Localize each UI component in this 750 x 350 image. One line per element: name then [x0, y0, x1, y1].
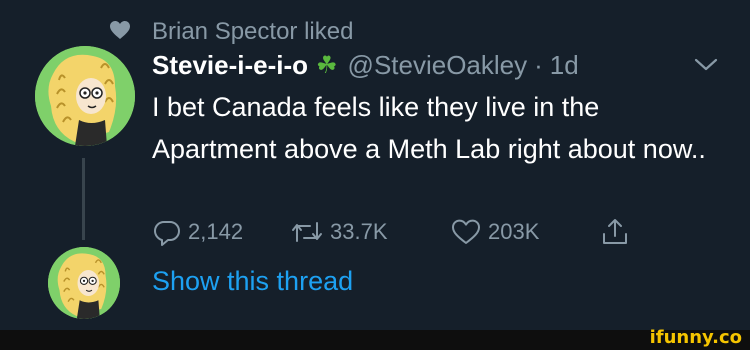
user-handle[interactable]: @StevieOakley: [348, 50, 528, 81]
reply-icon: [154, 221, 180, 246]
heart-outline-icon: [452, 219, 480, 244]
tweet-actions: 2,142 33.7K 203K: [152, 214, 652, 250]
like-count: 203K: [488, 219, 540, 244]
tweet-header: Stevie-i-e-i-o ☘ @StevieOakley · 1d: [152, 48, 579, 82]
like-button[interactable]: 203K: [450, 214, 539, 250]
thread-line: [82, 158, 85, 240]
reply-count: 2,142: [188, 219, 244, 244]
chevron-down-icon[interactable]: [693, 56, 719, 74]
separator-dot: ·: [534, 49, 543, 80]
tweet-text: I bet Canada feels like they live in the…: [152, 92, 706, 164]
share-icon: [603, 219, 627, 244]
display-name[interactable]: Stevie-i-e-i-o: [152, 50, 308, 81]
show-thread-link[interactable]: Show this thread: [152, 266, 353, 297]
tweet-timestamp[interactable]: 1d: [550, 50, 579, 81]
heart-icon: [110, 21, 130, 39]
social-context-text[interactable]: Brian Spector liked: [152, 18, 353, 46]
clover-icon: ☘: [316, 51, 338, 79]
retweet-icon: [292, 222, 322, 242]
avatar[interactable]: [35, 46, 135, 146]
share-button[interactable]: [600, 214, 630, 250]
retweet-button[interactable]: 33.7K: [290, 214, 388, 250]
ifunny-watermark: ifunny.co: [649, 327, 742, 348]
watermark-bar: [0, 330, 750, 350]
thread-avatar[interactable]: [48, 247, 120, 319]
reply-button[interactable]: 2,142: [152, 214, 243, 250]
retweet-count: 33.7K: [330, 219, 388, 244]
